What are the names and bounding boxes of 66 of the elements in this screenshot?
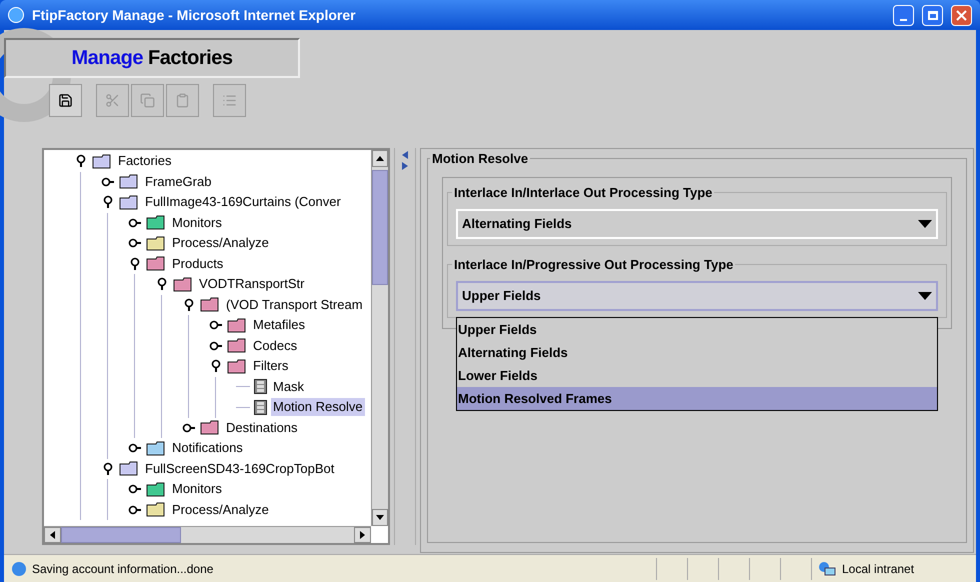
list-icon [222, 93, 237, 108]
status-text: Saving account information...done [32, 560, 214, 578]
dropdown-option[interactable]: Alternating Fields [457, 341, 937, 364]
page-title: Manage Factories [72, 46, 232, 71]
tree-item[interactable]: Mask [271, 378, 306, 396]
vertical-scrollbar[interactable] [371, 150, 388, 526]
horizontal-scrollbar[interactable] [44, 526, 371, 543]
expand-handle-icon[interactable] [128, 216, 142, 230]
dropdown-option[interactable]: Lower Fields [457, 364, 937, 387]
network-icon [818, 560, 836, 576]
browser-icon [8, 7, 24, 23]
save-button[interactable] [49, 84, 82, 117]
caret-icon [918, 292, 932, 300]
tree-item[interactable]: (VOD Transport Stream [224, 296, 365, 314]
collapse-handle-icon[interactable] [209, 359, 223, 374]
scroll-up-icon[interactable] [376, 156, 384, 161]
collapse-handle-icon[interactable] [155, 277, 169, 292]
minimize-button[interactable] [893, 4, 914, 26]
tree-item[interactable]: VODTRansportStr [197, 275, 306, 294]
tree-item[interactable]: Destinations [224, 418, 300, 437]
expand-handle-icon[interactable] [182, 420, 196, 435]
tree-item[interactable]: Notifications [170, 439, 245, 458]
tree-item[interactable]: FullScreenSD43-169CropTopBot [143, 460, 336, 478]
scroll-thumb[interactable] [372, 170, 388, 285]
film-strip-icon [254, 400, 267, 415]
dropdown-option[interactable]: Upper Fields [457, 318, 937, 341]
tree-item[interactable]: Factories [116, 152, 174, 170]
tree-item[interactable]: Monitors [170, 214, 224, 232]
dropdown-option[interactable]: Motion Resolved Frames [457, 387, 937, 410]
collapse-handle-icon[interactable] [101, 195, 115, 210]
maximize-button[interactable] [922, 4, 943, 26]
expand-handle-icon[interactable] [101, 174, 115, 189]
paste-icon [175, 93, 190, 108]
tree-item[interactable]: Filters [251, 357, 290, 376]
collapse-handle-icon[interactable] [182, 298, 196, 312]
film-strip-icon [254, 379, 267, 394]
close-button[interactable] [951, 4, 972, 26]
dropdown[interactable]: Alternating Fields [456, 209, 938, 239]
tree-item[interactable]: Motion Resolve [271, 398, 365, 416]
scroll-right-icon[interactable] [360, 531, 365, 539]
tree-item[interactable]: Metafiles [251, 316, 308, 334]
tree-item[interactable]: FrameGrab [143, 172, 214, 191]
tree-item[interactable]: Monitors [170, 480, 224, 498]
copy-icon [140, 93, 155, 108]
tree-item[interactable]: Products [170, 254, 226, 273]
collapse-handle-icon[interactable] [128, 256, 142, 271]
expand-handle-icon[interactable] [128, 502, 142, 517]
cut-icon [105, 93, 120, 108]
tree-item[interactable]: Process/Analyze [170, 234, 271, 252]
collapse-handle-icon[interactable] [74, 154, 88, 168]
caret-icon [918, 220, 932, 228]
scroll-thumb[interactable] [61, 527, 181, 543]
tree-item[interactable]: Codecs [251, 336, 300, 355]
dropdown[interactable]: Upper Fields [456, 281, 938, 311]
collapse-handle-icon[interactable] [101, 462, 115, 476]
page-icon [12, 562, 26, 576]
window-title: FtipFactory Manage - Microsoft Internet Explorer [32, 6, 357, 25]
tree-item[interactable]: FullImage43-169Curtains (Conver [143, 193, 343, 212]
scroll-down-icon[interactable] [376, 515, 384, 520]
tree-item[interactable]: Process/Analyze [170, 500, 271, 519]
save-icon [58, 93, 73, 108]
zone-text: Local intranet [842, 560, 914, 578]
scroll-left-icon[interactable] [50, 531, 55, 539]
splitter-arrows-icon[interactable] [401, 150, 409, 172]
close-icon [956, 10, 967, 20]
expand-handle-icon[interactable] [209, 338, 223, 353]
